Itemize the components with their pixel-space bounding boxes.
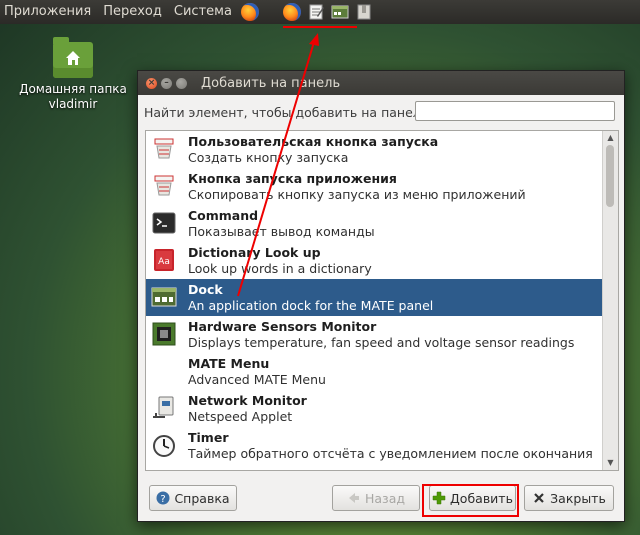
back-button-label: Назад	[364, 490, 405, 506]
arrow-left-icon	[347, 491, 361, 505]
list-item-timer[interactable]: Timer Таймер обратного отсчёта с уведомл…	[146, 427, 602, 464]
close-button[interactable]: Закрыть	[524, 485, 614, 511]
folder-icon	[53, 37, 93, 78]
add-to-panel-dialog: × – Добавить на панель Найти элемент, чт…	[137, 70, 625, 522]
list-item-title: Кнопка запуска приложения	[188, 171, 397, 186]
dialog-titlebar[interactable]: × – Добавить на панель	[138, 71, 624, 95]
list-item-mate-menu[interactable]: MATE Menu Advanced MATE Menu	[146, 353, 602, 390]
home-folder-user: vladimir	[48, 97, 98, 111]
close-window-icon[interactable]: ×	[146, 77, 157, 89]
dock-icon[interactable]	[331, 3, 349, 21]
list-item-title: Network Monitor	[188, 393, 307, 408]
home-icon	[66, 51, 80, 65]
dock-icon	[151, 287, 177, 307]
firefox-icon[interactable]	[240, 3, 259, 21]
annotation-highlight-box	[422, 484, 519, 517]
home-folder-label: Домашняя папка	[19, 82, 127, 96]
list-item-desc: Скопировать кнопку запуска из меню прило…	[188, 187, 526, 202]
terminal-icon	[152, 212, 176, 234]
list-item-title: Timer	[188, 430, 229, 445]
timer-icon	[153, 435, 175, 457]
list-item-network-monitor[interactable]: Network Monitor Netspeed Applet	[146, 390, 602, 427]
help-button[interactable]: ? Справка	[149, 485, 237, 511]
menu-applications[interactable]: Приложения	[0, 0, 97, 24]
applet-list: Пользовательская кнопка запуска Создать …	[145, 130, 619, 471]
list-item-app-launcher[interactable]: Кнопка запуска приложения Скопировать кн…	[146, 168, 602, 205]
list-item-dock[interactable]: Dock An application dock for the MATE pa…	[146, 279, 602, 316]
back-button[interactable]: Назад	[332, 485, 420, 511]
list-scrollbar[interactable]: ▲ ▼	[602, 131, 618, 470]
search-input[interactable]	[415, 101, 615, 121]
list-item-title: Пользовательская кнопка запуска	[188, 134, 439, 149]
list-item-desc: Advanced MATE Menu	[188, 372, 326, 387]
list-item-desc: Displays temperature, fan speed and volt…	[188, 335, 575, 350]
help-icon: ?	[156, 491, 170, 505]
list-item-title: Command	[188, 208, 259, 223]
list-item-title: Dock	[188, 282, 223, 297]
list-item-sensors[interactable]: Hardware Sensors Monitor Displays temper…	[146, 316, 602, 353]
list-item-command[interactable]: Command Показывает вывод команды	[146, 205, 602, 242]
scroll-down-icon[interactable]: ▼	[606, 458, 615, 467]
top-panel: Приложения Переход Система	[0, 0, 640, 24]
list-item-title: Hardware Sensors Monitor	[188, 319, 377, 334]
list-item-custom-launcher[interactable]: Пользовательская кнопка запуска Создать …	[146, 131, 602, 168]
list-item-desc: An application dock for the MATE panel	[188, 298, 434, 313]
svg-text:?: ?	[161, 494, 166, 505]
panel-launchers	[280, 3, 376, 21]
dialog-title: Добавить на панель	[201, 75, 341, 91]
annotation-underline	[283, 26, 357, 28]
menu-system[interactable]: Система	[168, 0, 238, 24]
home-folder-desktop-icon[interactable]: Домашняя папка vladimir	[18, 37, 128, 112]
maximize-window-icon[interactable]	[176, 77, 187, 89]
list-item-desc: Создать кнопку запуска	[188, 150, 349, 165]
scrollbar-thumb[interactable]	[606, 145, 614, 207]
list-item-title: MATE Menu	[188, 356, 270, 371]
list-item-desc: Look up words in a dictionary	[188, 261, 372, 276]
list-item-desc: Netspeed Applet	[188, 409, 293, 424]
app-launcher-icon	[154, 175, 174, 196]
list-item-desc: Показывает вывод команды	[188, 224, 375, 239]
minimize-window-icon[interactable]: –	[161, 77, 172, 89]
text-editor-icon[interactable]	[307, 3, 325, 21]
scroll-up-icon[interactable]: ▲	[606, 133, 615, 142]
search-label: Найти элемент, чтобы добавить на панель:	[144, 104, 433, 120]
list-item-dictionary[interactable]: Aa Dictionary Look up Look up words in a…	[146, 242, 602, 279]
svg-text:Aa: Aa	[158, 257, 170, 267]
list-item-title: Dictionary Look up	[188, 245, 321, 260]
sensors-icon	[152, 322, 176, 346]
help-button-label: Справка	[174, 490, 230, 506]
archive-icon[interactable]	[355, 3, 373, 21]
custom-launcher-icon	[154, 138, 174, 159]
network-icon	[153, 396, 174, 418]
list-item-desc: Таймер обратного отсчёта с уведомлением …	[188, 446, 593, 461]
search-row: Найти элемент, чтобы добавить на панель:	[138, 100, 624, 124]
close-button-label: Закрыть	[550, 490, 606, 506]
firefox-launcher-icon[interactable]	[283, 3, 301, 21]
menu-places[interactable]: Переход	[97, 0, 168, 24]
close-icon	[532, 491, 546, 505]
dictionary-icon: Aa	[154, 249, 174, 271]
